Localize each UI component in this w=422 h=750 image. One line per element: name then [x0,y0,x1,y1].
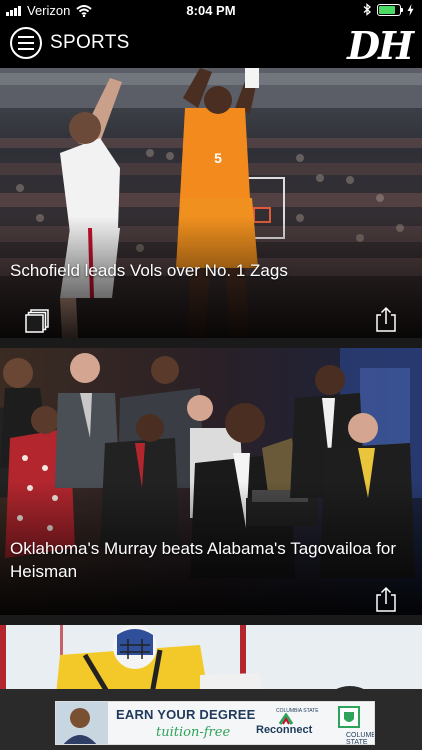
ad-subline: tuition-free [156,725,231,740]
status-right [363,3,414,16]
bluetooth-icon [363,3,371,16]
gallery-icon[interactable] [24,308,50,334]
share-icon[interactable] [373,586,399,612]
story-card[interactable]: Oklahoma's Murray beats Alabama's Tagova… [0,348,422,615]
ad-brand-secondary: COLUMBIA STATE [346,732,375,745]
ad-brand: Reconnect [256,724,313,736]
ad-crest-icon [338,706,360,728]
menu-button[interactable] [10,27,42,59]
ad-bar: EARN YOUR DEGREE tuition-free COLUMBIA S… [0,689,422,750]
battery-icon [377,3,403,16]
news-feed[interactable]: 5 Schofield leads Vols over No. 1 Zags [0,68,422,689]
ad-banner[interactable]: EARN YOUR DEGREE tuition-free COLUMBIA S… [55,701,375,745]
story-headline[interactable]: Schofield leads Vols over No. 1 Zags [10,259,412,282]
share-icon[interactable] [373,306,399,332]
ad-headline: EARN YOUR DEGREE [116,707,256,722]
battery-level-fill [379,5,395,14]
app-header: SPORTS DH [0,22,422,68]
section-title: SPORTS [50,32,130,53]
story-photo[interactable]: 5 [0,68,422,338]
charging-bolt-icon [407,3,414,16]
story-card[interactable] [0,625,422,689]
story-photo[interactable] [0,625,422,689]
menu-line [18,36,34,38]
menu-line [18,48,34,50]
story-card[interactable]: 5 Schofield leads Vols over No. 1 Zags [0,68,422,338]
status-bar: Verizon 8:04 PM [0,0,422,22]
menu-line [18,42,34,44]
status-time: 8:04 PM [186,3,236,18]
ad-person-photo [56,702,108,744]
logo[interactable]: DH [347,23,414,68]
story-headline[interactable]: Oklahoma's Murray beats Alabama's Tagova… [10,537,412,583]
